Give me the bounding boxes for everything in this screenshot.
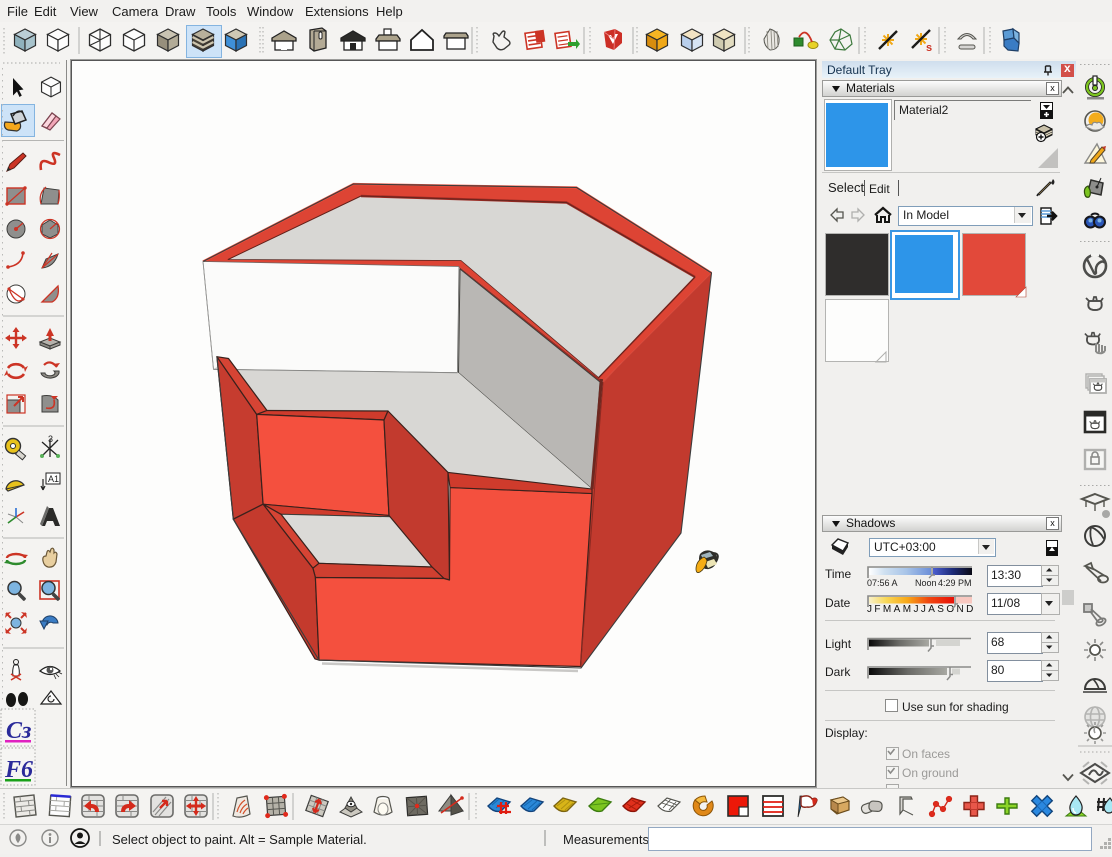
svg-text:3: 3 xyxy=(48,434,53,444)
svg-text:s: s xyxy=(926,42,932,54)
svg-text:A1: A1 xyxy=(48,474,59,484)
